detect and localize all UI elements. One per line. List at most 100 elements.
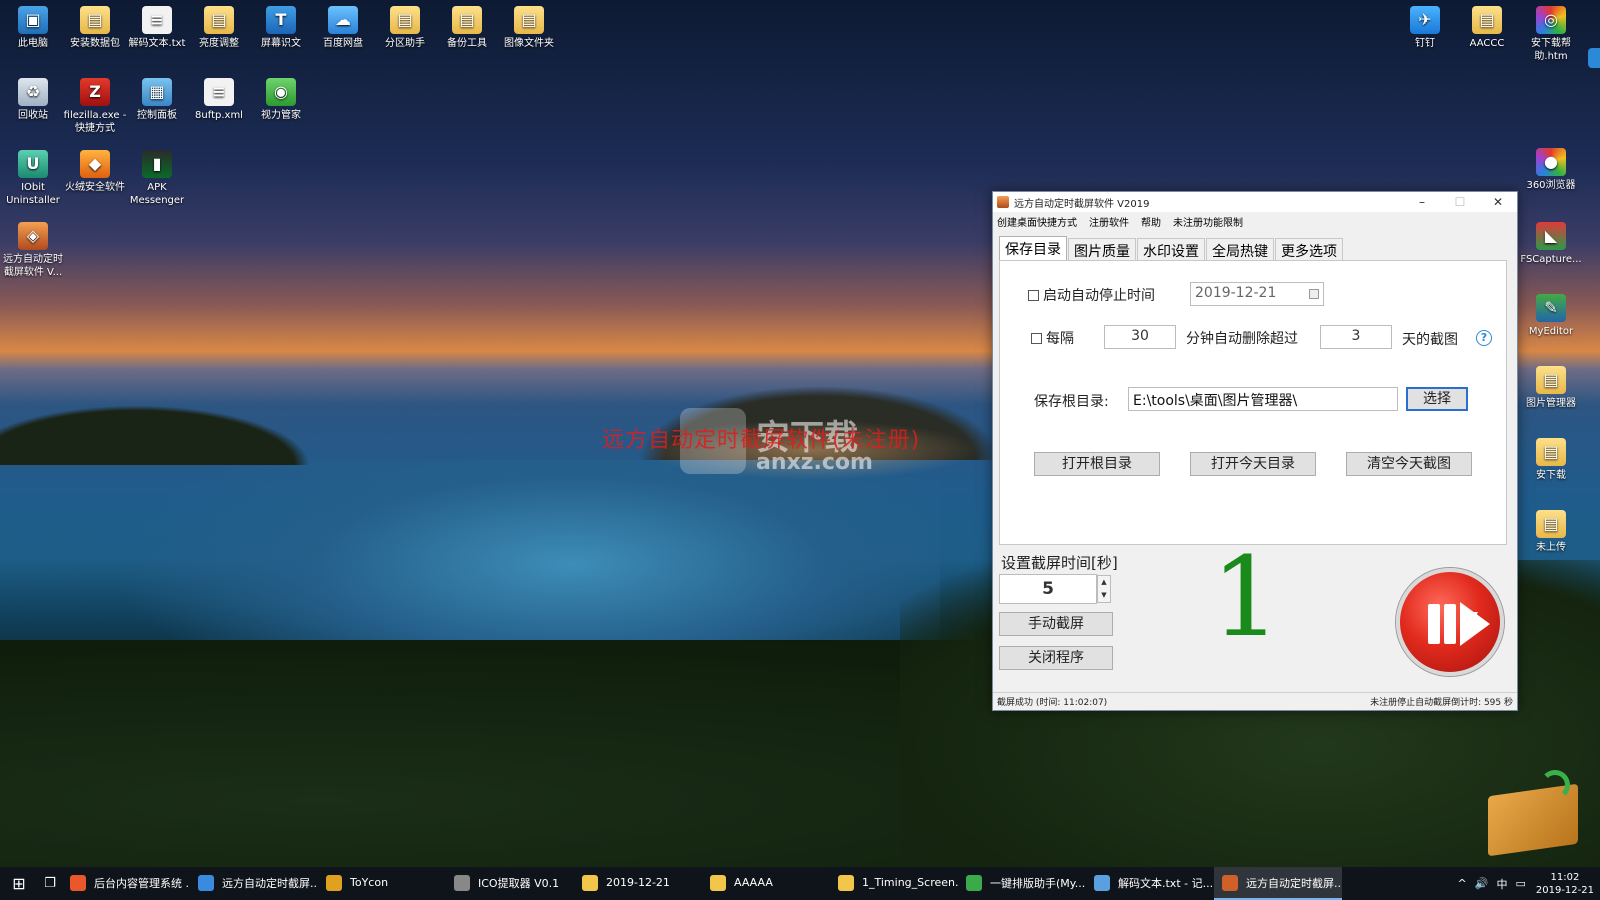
desktop-icon-dingtalk[interactable]: ✈ 钉钉 [1392,6,1458,50]
desktop-icon-huorong[interactable]: ◆ 火绒安全软件 [62,150,128,194]
desktop-icon-label: APK Messenger [129,182,185,206]
root-dir-input[interactable]: E:\tools\桌面\图片管理器\ [1128,387,1398,411]
tray-chevron-icon[interactable]: ^ [1458,877,1467,890]
unregistered-watermark: 远方自动定时截屏软件(未注册) [602,428,921,453]
notification-icon[interactable]: ▭ [1515,877,1525,890]
task-view-icon[interactable]: ❐ [38,867,62,900]
desktop-icon-label: 火绒安全软件 [65,182,125,193]
open-today-dir-button[interactable]: 打开今天目录 [1190,452,1316,476]
taskbar-item-label: 远方自动定时截屏... [1246,876,1342,890]
taskbar-item-label: 1_Timing_Screen... [862,876,958,889]
tab-save-dir[interactable]: 保存目录 [999,236,1067,260]
taskbar-item[interactable]: AAAAA [702,867,830,900]
tab-image-quality[interactable]: 图片质量 [1068,238,1136,260]
desktop-icon-label: 备份工具 [447,38,487,49]
taskbar-item[interactable]: 远方自动定时截屏... [190,867,318,900]
desktop-icon-label: 此电脑 [18,38,48,49]
desktop-icon-fscapture[interactable]: ◣ FSCapture... [1518,222,1584,266]
interval-input[interactable]: 5 [999,574,1097,604]
desktop-icon-control-panel[interactable]: ▦ 控制面板 [124,78,190,122]
windows-start-icon[interactable]: ⊞ [0,867,38,900]
desktop-icon-baidu-pan[interactable]: ☁ 百度网盘 [310,6,376,50]
spin-up-icon[interactable]: ▲ [1098,576,1110,589]
desktop-icon-360-browser[interactable]: ● 360浏览器 [1518,148,1584,192]
taskbar-app-icon [710,874,726,891]
desktop-icon-backup[interactable]: ▤ 备份工具 [434,6,500,50]
help-icon[interactable]: ? [1476,330,1492,346]
taskbar-item[interactable]: ICO提取器 V0.1 [446,867,574,900]
desktop-icon-label: 8uftp.xml [195,110,243,121]
text-file-icon: ≡ [142,6,172,34]
desktop-icon-apk-messenger[interactable]: ▮ APK Messenger [124,150,190,207]
taskbar-clock[interactable]: 11:02 2019-12-21 [1536,871,1594,897]
taskbar-item[interactable]: 2019-12-21 [574,867,702,900]
taskbar-item-label: 一键排版助手(My... [990,876,1086,890]
menu-unregistered-limits[interactable]: 未注册功能限制 [1173,214,1243,229]
desktop-icon-decode-txt[interactable]: ≡ 解码文本.txt [124,6,190,50]
desktop-icon-install-pack[interactable]: ▤ 安装数据包 [62,6,128,50]
auto-stop-checkbox[interactable]: 启动自动停止时间 [1028,285,1155,305]
desktop-icon-label: 远方自动定时截屏软件 V... [3,254,63,278]
taskbar-item[interactable]: 后台内容管理系统 ... [62,867,190,900]
auto-stop-date-picker[interactable]: 2019-12-21 [1190,282,1324,306]
volume-icon[interactable]: 🔊 [1475,877,1489,890]
menu-help[interactable]: 帮助 [1141,214,1161,229]
taskbar-item[interactable]: 一键排版助手(My... [958,867,1086,900]
interval-spinner[interactable]: ▲ ▼ [1097,575,1111,603]
every-minutes-input[interactable]: 30 [1104,325,1176,349]
manual-screenshot-button[interactable]: 手动截屏 [999,612,1113,636]
folder-icon: ▤ [1472,6,1502,34]
taskbar: ⊞ ❐ 后台内容管理系统 ... 远方自动定时截屏... ToYcon ICO提取器 … [0,867,1600,900]
desktop-icon-image-folder[interactable]: ▤ 图像文件夹 [496,6,562,50]
desktop-icon-eye-care[interactable]: ◉ 视力管家 [248,78,314,122]
desktop-icon-iobit[interactable]: U IObit Uninstaller [0,150,66,207]
desktop-icon-8uftp[interactable]: ≡ 8uftp.xml [186,78,252,122]
desktop-icon-image-manager[interactable]: ▤ 图片管理器 [1518,366,1584,410]
desktop-icon-label: IObit Uninstaller [6,182,60,206]
ime-indicator[interactable]: 中 [1496,876,1507,892]
close-program-button[interactable]: 关闭程序 [999,646,1113,670]
window-titlebar[interactable]: 远方自动定时截屏软件 V2019 – ☐ ✕ [993,192,1517,212]
system-tray: ^ 🔊 中 ▭ 11:02 2019-12-21 [1450,871,1600,897]
tab-watermark[interactable]: 水印设置 [1137,238,1205,260]
taskbar-item[interactable]: 1_Timing_Screen... [830,867,958,900]
open-root-dir-button[interactable]: 打开根目录 [1034,452,1160,476]
desktop-icon-screenshot-app[interactable]: ◈ 远方自动定时截屏软件 V... [0,222,66,279]
tab-hotkeys[interactable]: 全局热键 [1206,238,1274,260]
folder-icon: ▤ [1536,438,1566,466]
desktop-icon-not-uploaded[interactable]: ▤ 未上传 [1518,510,1584,554]
folder-icon: ▤ [204,6,234,34]
desktop-icon-recycle-bin[interactable]: ♻ 回收站 [0,78,66,122]
settings-tabs: 保存目录 图片质量 水印设置 全局热键 更多选项 [999,236,1344,260]
desktop-icon-brightness[interactable]: ▤ 亮度调整 [186,6,252,50]
checkbox-box [1031,332,1042,344]
delete-days-input[interactable]: 3 [1320,325,1392,349]
desktop-icon-myeditor[interactable]: ✎ MyEditor [1518,294,1584,338]
maximize-button[interactable]: ☐ [1441,195,1479,209]
minimize-button[interactable]: – [1403,195,1441,209]
clock-date: 2019-12-21 [1535,884,1594,896]
desktop-icon-partition[interactable]: ▤ 分区助手 [372,6,438,50]
auto-delete-checkbox[interactable]: 每隔 [1031,328,1074,348]
choose-dir-button[interactable]: 选择 [1406,387,1468,411]
start-pause-button[interactable] [1396,568,1504,676]
desktop-icon-aaccc[interactable]: ▤ AACCC [1454,6,1520,50]
clear-today-screenshots-button[interactable]: 清空今天截图 [1346,452,1472,476]
desktop-icon-label: 图片管理器 [1526,398,1576,409]
desktop-icon-filezilla[interactable]: Zfilezilla.exe - 快捷方式 [62,78,128,135]
taskbar-item[interactable]: 解码文本.txt - 记... [1086,867,1214,900]
edge-widget-tab[interactable] [1588,48,1600,68]
desktop-icon-this-pc[interactable]: ▣ 此电脑 [0,6,66,50]
desktop-icon-label: 360浏览器 [1526,180,1576,191]
desktop-icon-screen-ocr[interactable]: T 屏幕识文 [248,6,314,50]
menu-create-shortcut[interactable]: 创建桌面快捷方式 [997,214,1077,229]
menu-register[interactable]: 注册软件 [1089,214,1129,229]
close-button[interactable]: ✕ [1479,195,1517,209]
desktop-icon-anxz[interactable]: ▤ 安下载 [1518,438,1584,482]
desktop-icon-label: 回收站 [18,110,48,121]
taskbar-item[interactable]: 远方自动定时截屏... [1214,867,1342,900]
taskbar-item[interactable]: ToYcon [318,867,446,900]
tab-more-options[interactable]: 更多选项 [1275,238,1343,260]
spin-down-icon[interactable]: ▼ [1098,589,1110,602]
desktop-icon-anxz-help[interactable]: ◎ 安下载帮助.htm [1518,6,1584,63]
